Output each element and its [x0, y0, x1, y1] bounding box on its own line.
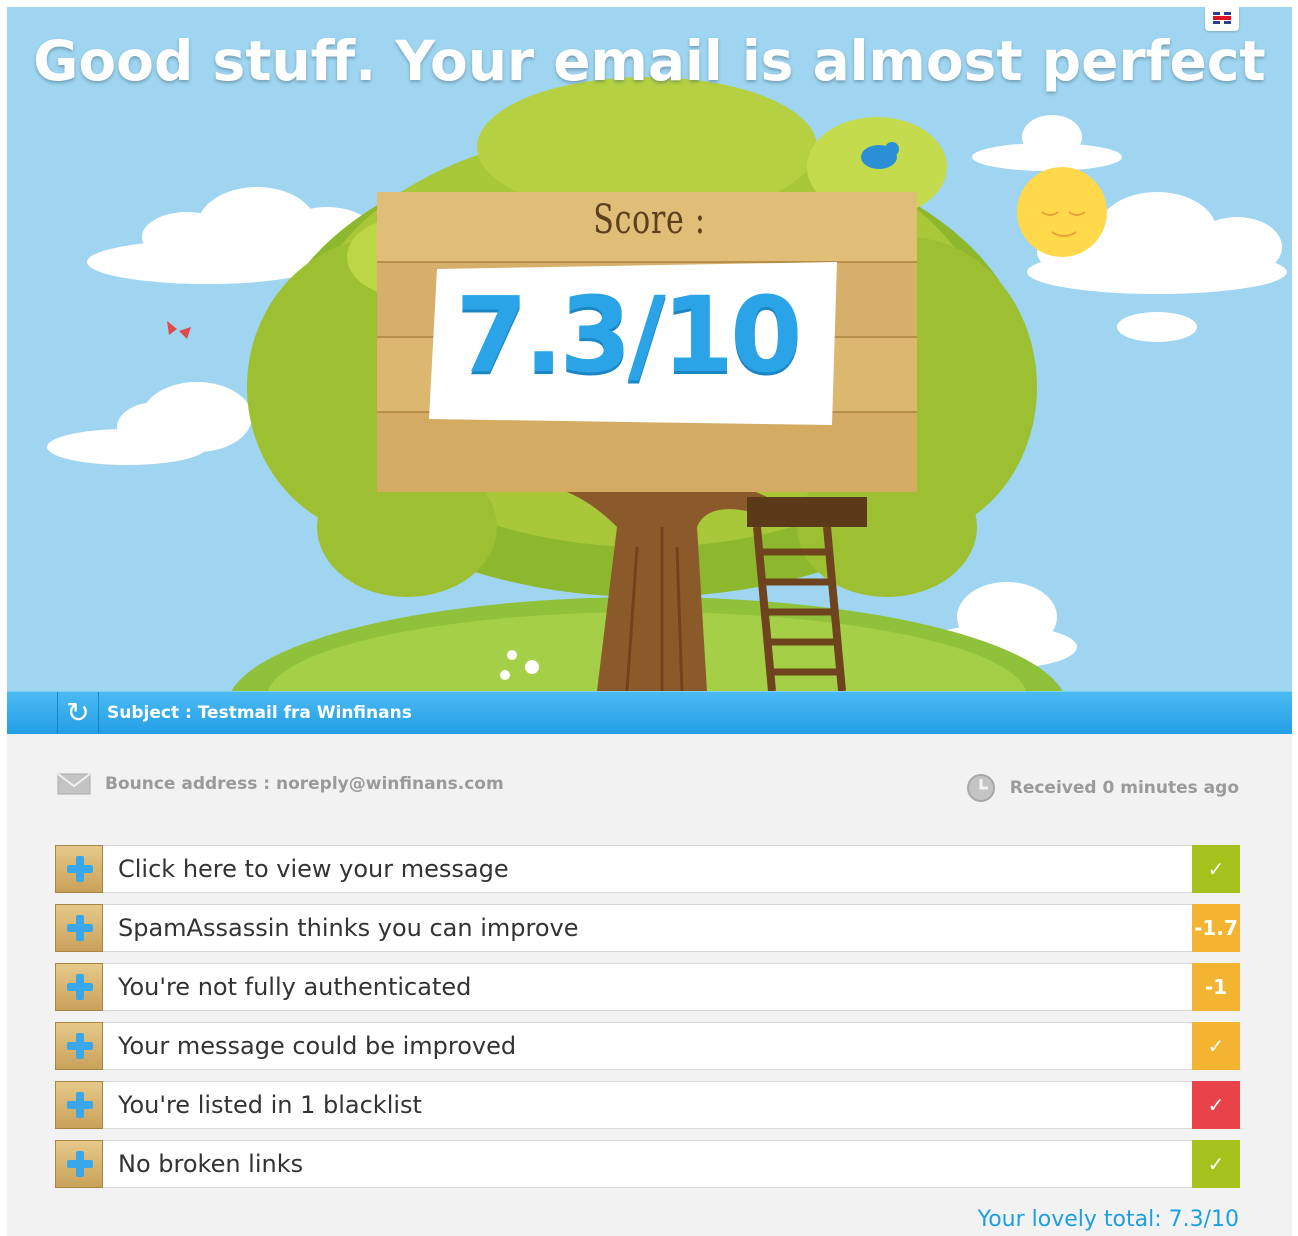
subject-text: Subject : Testmail fra Winfinans [107, 703, 412, 723]
score-value: 7.3/10 [455, 274, 803, 396]
report-frame: Good stuff. Your email is almost perfect… [7, 7, 1292, 1236]
plus-icon[interactable] [55, 1022, 103, 1070]
envelope-icon [57, 773, 91, 795]
total-score: Your lovely total: 7.3/10 [977, 1207, 1239, 1232]
refresh-button[interactable]: ↻ [57, 692, 99, 734]
hero-illustration: Good stuff. Your email is almost perfect… [7, 7, 1292, 691]
check-label: SpamAssassin thinks you can improve [118, 914, 579, 942]
check-badge: ✓ [1192, 1140, 1240, 1188]
check-row-blacklist[interactable]: You're listed in 1 blacklist ✓ [55, 1081, 1240, 1129]
check-row-spamassassin[interactable]: SpamAssassin thinks you can improve -1.7 [55, 904, 1240, 952]
check-badge: ✓ [1192, 1081, 1240, 1129]
plus-icon[interactable] [55, 845, 103, 893]
plus-icon[interactable] [55, 963, 103, 1011]
score-label: Score : [593, 197, 706, 243]
butterfly-icon [167, 321, 191, 339]
refresh-icon: ↻ [66, 696, 90, 729]
score-badge: -1 [1192, 963, 1240, 1011]
check-label: You're listed in 1 blacklist [118, 1091, 422, 1119]
received-time: Received 0 minutes ago [966, 773, 1239, 803]
plus-icon[interactable] [55, 1140, 103, 1188]
check-row-view-message[interactable]: Click here to view your message ✓ [55, 845, 1240, 893]
check-badge: ✓ [1192, 845, 1240, 893]
plus-icon[interactable] [55, 1081, 103, 1129]
check-row-authentication[interactable]: You're not fully authenticated -1 [55, 963, 1240, 1011]
check-label: No broken links [118, 1150, 304, 1178]
check-label: Click here to view your message [118, 855, 509, 883]
subject-bar: ↻ Subject : Testmail fra Winfinans [7, 691, 1292, 734]
page-headline: Good stuff. Your email is almost perfect [33, 29, 1266, 93]
check-badge: ✓ [1192, 1022, 1240, 1070]
bounce-address: Bounce address : noreply@winfinans.com [57, 773, 504, 795]
check-row-broken-links[interactable]: No broken links ✓ [55, 1140, 1240, 1188]
clock-icon [966, 774, 995, 802]
check-row-message-improvement[interactable]: Your message could be improved ✓ [55, 1022, 1240, 1070]
plus-icon[interactable] [55, 904, 103, 952]
received-time-text: Received 0 minutes ago [1009, 778, 1239, 798]
score-badge: -1.7 [1192, 904, 1240, 952]
check-label: Your message could be improved [118, 1032, 517, 1060]
check-list: Click here to view your message ✓ SpamAs… [55, 845, 1240, 1199]
bounce-address-text: Bounce address : noreply@winfinans.com [105, 774, 504, 794]
language-selector[interactable] [1205, 7, 1239, 31]
check-label: You're not fully authenticated [118, 973, 472, 1001]
uk-flag-icon [1213, 12, 1231, 24]
